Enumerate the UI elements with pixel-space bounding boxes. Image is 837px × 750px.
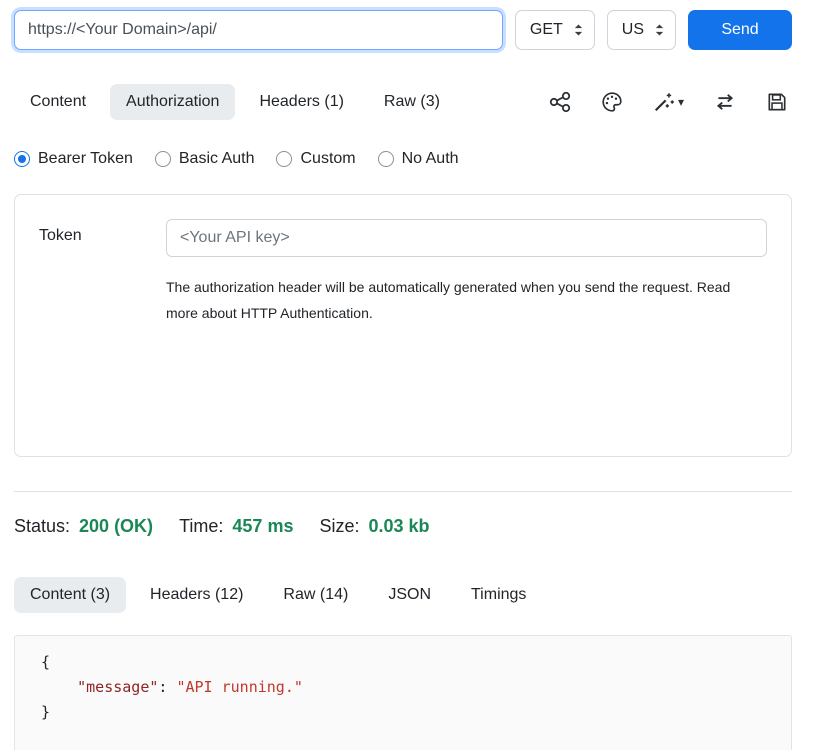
auth-type-options: Bearer Token Basic Auth Custom No Auth (14, 150, 792, 168)
json-key: "message" (77, 678, 158, 696)
api-client-page: GET US Send Content Authorization Header… (14, 0, 792, 750)
size-value: 0.03 kb (369, 516, 430, 537)
auth-option-bearer-token[interactable]: Bearer Token (14, 150, 133, 168)
token-help-text: The authorization header will be automat… (166, 275, 752, 327)
response-status-row: Status: 200 (OK) Time: 457 ms Size: 0.03… (14, 516, 792, 537)
close-brace: } (41, 703, 50, 721)
token-field-area: The authorization header will be automat… (166, 219, 767, 327)
status-label: Status: (14, 516, 70, 537)
magic-wand-icon[interactable]: ▾ (653, 91, 684, 113)
token-label: Token (39, 219, 166, 245)
radio-selected-icon (14, 151, 30, 167)
radio-icon (276, 151, 292, 167)
token-input[interactable] (166, 219, 767, 257)
time-value: 457 ms (232, 516, 293, 537)
code-line: "message": "API running." (41, 675, 771, 700)
url-input[interactable] (14, 10, 503, 50)
select-updown-icon (573, 23, 584, 37)
json-value: "API running." (176, 678, 302, 696)
token-panel: Token The authorization header will be a… (14, 194, 792, 457)
request-toolbar: ▾ (549, 91, 792, 113)
radio-icon (378, 151, 394, 167)
response-tab-raw[interactable]: Raw (14) (267, 577, 364, 613)
time-label: Time: (179, 516, 223, 537)
response-body: { "message": "API running." } (14, 635, 792, 750)
auth-option-label: No Auth (402, 150, 459, 168)
request-bar: GET US Send (14, 0, 792, 50)
response-tab-timings[interactable]: Timings (455, 577, 542, 613)
section-divider (14, 491, 792, 492)
response-tab-headers[interactable]: Headers (12) (134, 577, 259, 613)
method-value: GET (530, 21, 563, 39)
code-line: { (41, 650, 771, 675)
status-value: 200 (OK) (79, 516, 153, 537)
size-label: Size: (319, 516, 359, 537)
response-tab-json[interactable]: JSON (372, 577, 447, 613)
auth-option-no-auth[interactable]: No Auth (378, 150, 459, 168)
tab-raw[interactable]: Raw (3) (368, 84, 456, 120)
tab-headers[interactable]: Headers (1) (243, 84, 359, 120)
response-tab-content[interactable]: Content (3) (14, 577, 126, 613)
open-brace: { (41, 653, 50, 671)
auth-option-label: Basic Auth (179, 150, 255, 168)
auth-option-basic-auth[interactable]: Basic Auth (155, 150, 255, 168)
response-tabs: Content (3) Headers (12) Raw (14) JSON T… (14, 577, 792, 613)
share-icon[interactable] (549, 91, 571, 113)
region-select[interactable]: US (607, 10, 676, 50)
method-select[interactable]: GET (515, 10, 595, 50)
swap-arrows-icon[interactable] (714, 91, 736, 113)
auth-option-label: Bearer Token (38, 150, 133, 168)
indent (41, 678, 77, 696)
code-line: } (41, 700, 771, 725)
palette-icon[interactable] (601, 91, 623, 113)
select-updown-icon (654, 23, 665, 37)
colon: : (158, 678, 176, 696)
radio-icon (155, 151, 171, 167)
chevron-down-icon: ▾ (678, 96, 684, 108)
send-button[interactable]: Send (688, 10, 792, 50)
auth-option-label: Custom (300, 150, 355, 168)
save-icon[interactable] (766, 91, 788, 113)
request-tabs: Content Authorization Headers (1) Raw (3… (14, 84, 792, 120)
tab-content[interactable]: Content (14, 84, 102, 120)
tab-authorization[interactable]: Authorization (110, 84, 235, 120)
auth-option-custom[interactable]: Custom (276, 150, 355, 168)
region-value: US (622, 21, 644, 39)
